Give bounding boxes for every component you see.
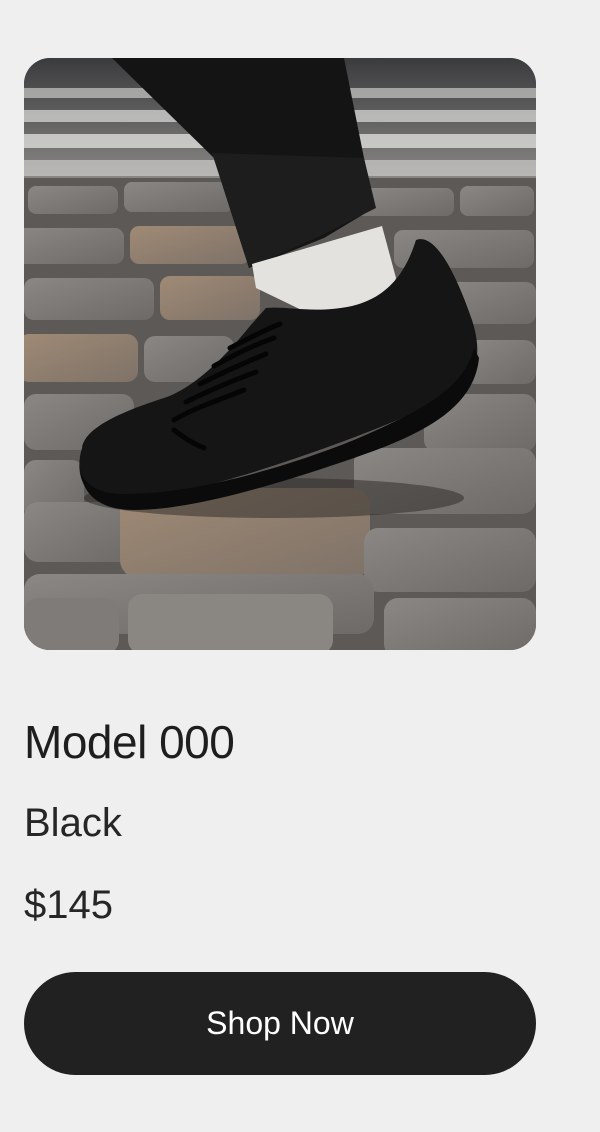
shoe-photo-illustration	[24, 58, 536, 650]
shop-now-button[interactable]: Shop Now	[24, 972, 536, 1075]
product-name: Model 000	[24, 716, 235, 768]
product-color: Black	[24, 801, 122, 845]
product-price: $145	[24, 883, 113, 927]
product-card: Model 000 Black $145 Shop Now	[0, 0, 600, 1132]
shop-now-label: Shop Now	[206, 1005, 354, 1041]
product-photo[interactable]	[24, 58, 536, 650]
